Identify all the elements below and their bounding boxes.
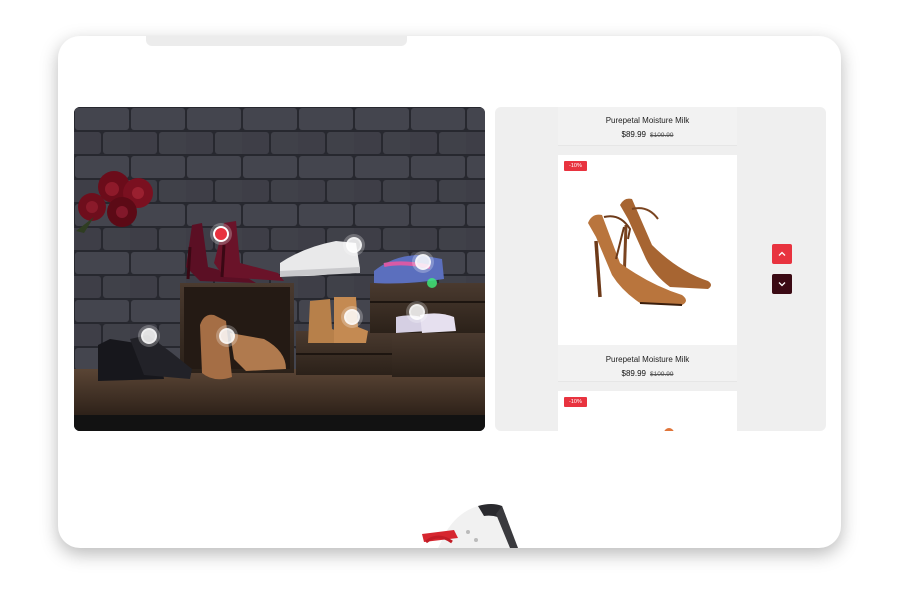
discount-badge: -10% (564, 161, 587, 171)
hotspot-kids-sneaker[interactable] (415, 254, 431, 270)
featured-sneaker-image (422, 504, 518, 548)
product-image-partial (664, 428, 674, 431)
hotspot-kids-shoes[interactable] (409, 304, 425, 320)
page-frame: Purepetal Moisture Milk $89.99 $109.99 -1… (58, 36, 841, 548)
product-name[interactable]: Purepetal Moisture Milk (558, 116, 737, 125)
chevron-down-icon (778, 282, 786, 287)
hotspot-oxfords[interactable] (141, 328, 157, 344)
product-image-heels (588, 198, 711, 306)
hotspot-white-sneaker[interactable] (346, 237, 362, 253)
product-prices: $89.99 $109.99 (558, 369, 737, 378)
hotspot-loafers[interactable] (219, 328, 235, 344)
product-card[interactable]: -10% (558, 155, 737, 345)
discount-badge: -10% (564, 397, 587, 407)
top-tab (146, 36, 407, 46)
product-old-price: $109.99 (649, 132, 674, 139)
product-slider[interactable]: Purepetal Moisture Milk $89.99 $109.99 -1… (495, 107, 826, 431)
lookbook-image (74, 107, 485, 431)
product-price: $89.99 (621, 130, 646, 139)
chevron-up-icon (778, 251, 786, 256)
slider-prev-button[interactable] (772, 244, 792, 264)
product-prices: $89.99 $109.99 (558, 130, 737, 139)
product-card-info[interactable]: Purepetal Moisture Milk $89.99 $109.99 (558, 107, 737, 146)
product-price: $89.99 (621, 369, 646, 378)
hotspot-boots[interactable] (344, 309, 360, 325)
product-old-price: $109.99 (649, 371, 674, 378)
product-card[interactable]: -10% (558, 391, 737, 431)
product-name[interactable]: Purepetal Moisture Milk (558, 355, 737, 364)
slider-next-button[interactable] (772, 274, 792, 294)
product-card-info[interactable]: Purepetal Moisture Milk $89.99 $109.99 (558, 345, 737, 382)
hotspot-heels[interactable] (213, 226, 229, 242)
